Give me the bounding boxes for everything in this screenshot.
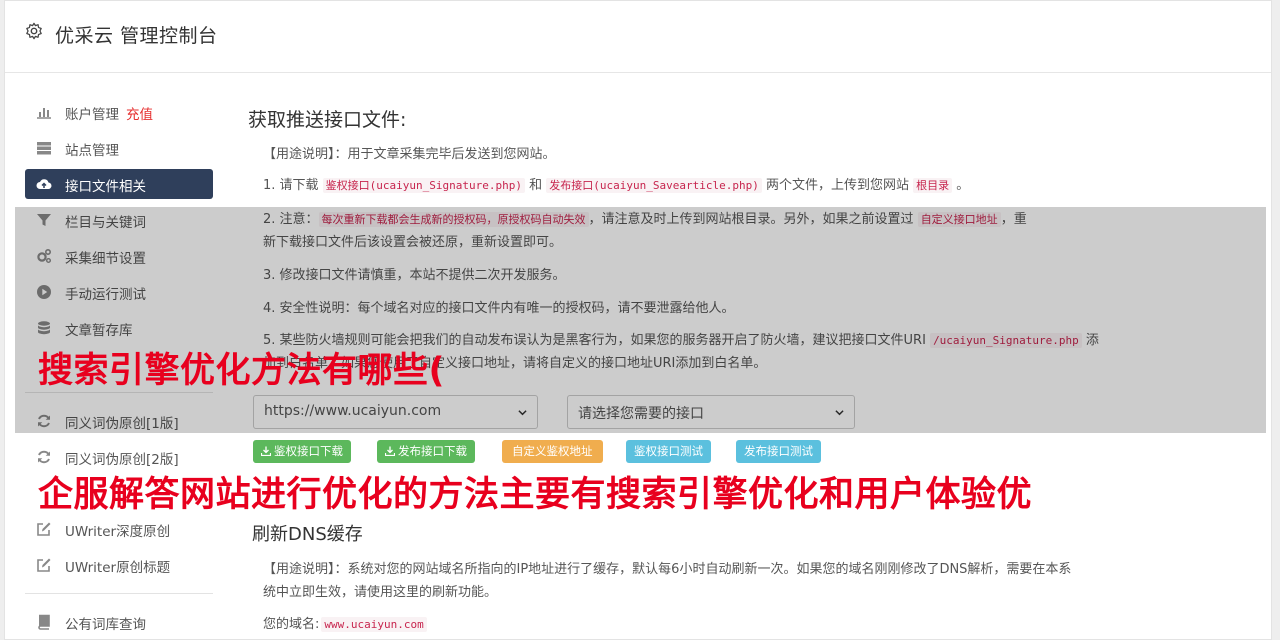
edit-icon [37,522,51,536]
step-3: 3. 修改接口文件请慎重，本站不提供二次开发服务。 [263,268,566,283]
step-text: ，重 [1000,212,1027,227]
ad-headline-1: 搜索引擎优化方法有哪些( [38,351,445,391]
step-text: 两个文件，上传到您网站 [761,178,914,193]
step-text: 添 [1081,333,1099,348]
test-sig-button[interactable]: 鉴权接口测试 [626,440,711,463]
sidebar-item-label: UWriter原创标题 [65,560,171,576]
step-text: 2. 注意： [263,212,319,227]
sidebar-item-label: 站点管理 [65,143,119,159]
sidebar-item-label: 同义词伪原创[2版] [65,452,179,468]
sidebar-item-synonym-v1[interactable]: 同义词伪原创[1版] [25,406,213,436]
select-value: 请选择您需要的接口 [578,406,704,422]
interface-select[interactable]: 请选择您需要的接口 [567,395,855,429]
sidebar-item-article-store[interactable]: 文章暂存库 [25,313,213,343]
filter-icon [37,214,51,226]
sidebar-item-sites[interactable]: 站点管理 [25,133,213,163]
site-url-select[interactable]: https://www.ucaiyun.com [253,395,538,429]
sidebar-item-label: 文章暂存库 [65,323,133,339]
app-title: 优采云 管理控制台 [55,25,218,47]
bar-chart-icon [37,108,51,119]
step-4: 4. 安全性说明：每个域名对应的接口文件内有唯一的授权码，请不要泄露给他人。 [263,301,735,316]
custom-sig-address-button[interactable]: 自定义鉴权地址 [502,440,603,463]
sidebar-item-public-dictionary[interactable]: 公有词库查询 [25,607,213,637]
sidebar-item-label: UWriter深度原创 [65,524,171,540]
refresh-icon [38,414,50,428]
database-icon [38,321,50,335]
sidebar-item-uwriter-title[interactable]: UWriter原创标题 [25,550,213,580]
section-title-dns: 刷新DNS缓存 [252,524,363,545]
pub-file-code: 发布接口(ucaiyun_Savearticle.php) [546,178,762,193]
gear-icon [26,22,42,40]
step-text: ，请注意及时上传到网站根目录。另外，如果之前设置过 [588,212,918,227]
test-pub-button[interactable]: 发布接口测试 [736,440,821,463]
recharge-link[interactable]: 充值 [126,103,153,123]
book-icon [38,614,50,630]
sidebar-item-label: 同义词伪原创[1版] [65,416,179,432]
sidebar-item-manual-run[interactable]: 手动运行测试 [25,277,213,307]
play-circle-icon [37,285,51,299]
custom-address-code: 自定义接口地址 [917,212,1001,227]
step-2-cont: 新下载接口文件后该设置会被还原，重新设置即可。 [263,235,563,250]
download-icon [261,446,271,456]
sidebar-item-label: 公有词库查询 [65,617,146,633]
step-text: 和 [525,178,547,193]
domain-row: 您的域名: www.ucaiyun.com [263,613,427,637]
sidebar-item-label: 手动运行测试 [65,287,146,303]
sidebar-item-account[interactable]: 账户管理 充值 [25,97,213,127]
chevron-down-icon [518,410,527,416]
download-pub-button[interactable]: 发布接口下载 [377,440,475,463]
step-text: 。 [952,178,970,193]
dns-usage-note: 【用途说明】：系统对您的网站域名所指向的IP地址进行了缓存，默认每6小时自动刷新… [263,562,1072,577]
sig-uri-code: /ucaiyun_Signature.php [930,333,1082,348]
header: 优采云 管理控制台 [5,1,1271,73]
refresh-icon [38,450,50,464]
button-label: 发布接口下载 [398,444,467,458]
sidebar-item-label: 采集细节设置 [65,251,146,267]
cloud-upload-icon [36,179,52,190]
domain-label: 您的域名: [263,617,320,632]
download-sig-button[interactable]: 鉴权接口下载 [253,440,351,463]
download-icon [385,446,395,456]
chevron-down-icon [835,410,844,416]
button-label: 鉴权接口下载 [274,444,343,458]
sidebar-item-label: 栏目与关键词 [65,215,146,231]
server-icon [37,142,51,155]
step-2: 2. 注意： 每次重新下载都会生成新的授权码，原授权码自动失效 ，请注意及时上传到网… [263,208,1027,232]
section-title-interface: 获取推送接口文件: [248,109,407,131]
regen-warning-code: 每次重新下载都会生成新的授权码，原授权码自动失效 [318,212,589,227]
usage-note: 【用途说明】：用于文章采集完毕后发送到您网站。 [263,147,556,162]
sidebar-item-label: 接口文件相关 [65,179,146,195]
step-text: 1. 请下载 [263,178,323,193]
sidebar-item-uwriter-deep[interactable]: UWriter深度原创 [25,514,213,544]
dns-usage-note-cont: 统中立即生效，请使用这里的刷新功能。 [263,585,498,600]
sidebar-item-collect-settings[interactable]: 采集细节设置 [25,241,213,271]
edit-icon [37,558,51,572]
sidebar-divider [25,593,213,594]
console-frame: 优采云 管理控制台 账户管理 充值 站点管理 接口文件相关 栏目与关键词 采集细… [4,0,1272,640]
root-dir-code: 根目录 [913,178,953,193]
domain-value: www.ucaiyun.com [321,617,427,632]
ad-headline-2: 企服解答网站进行优化的方法主要有搜索引擎优化和用户体验优 [38,475,1033,515]
sidebar-item-columns-keywords[interactable]: 栏目与关键词 [25,205,213,235]
step-1: 1. 请下载 鉴权接口(ucaiyun_Signature.php) 和 发布接… [263,174,969,198]
select-value: https://www.ucaiyun.com [264,403,442,419]
sidebar-item-label: 账户管理 [65,107,119,123]
cogs-icon [37,248,52,263]
sig-file-code: 鉴权接口(ucaiyun_Signature.php) [322,178,525,193]
sidebar-item-interface-files[interactable]: 接口文件相关 [25,169,213,199]
